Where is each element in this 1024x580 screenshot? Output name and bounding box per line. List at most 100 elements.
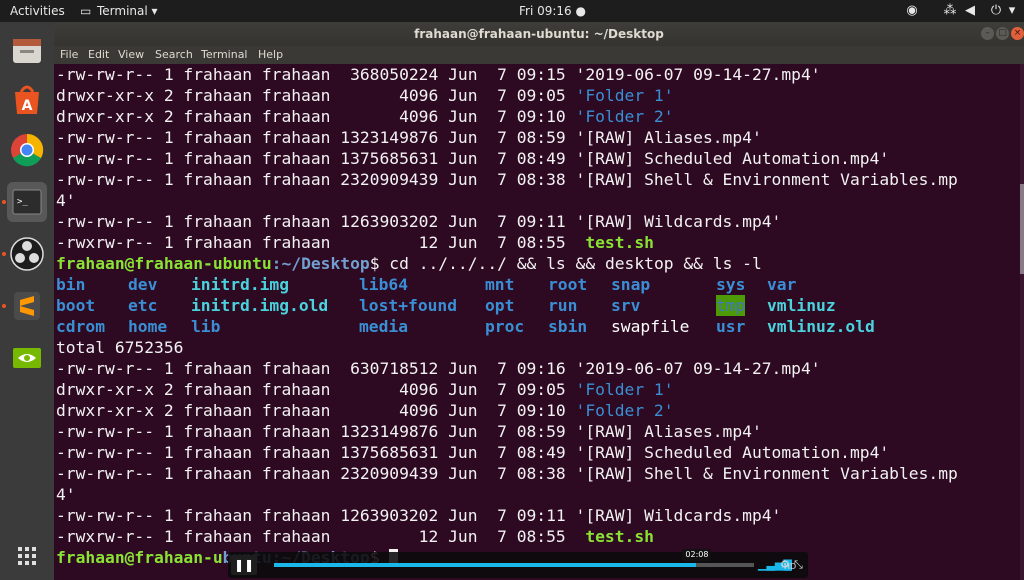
ls-entry: home <box>128 317 168 336</box>
ls-entry: initrd.img.old <box>191 296 329 315</box>
ls-entry: cdrom <box>56 317 106 336</box>
menu-search[interactable]: Search <box>155 48 193 61</box>
file-name: '[RAW] Scheduled Automation.mp4' <box>575 443 890 462</box>
file-name: '2019-06-07 09-14-27.mp4' <box>575 65 821 84</box>
app-menu[interactable]: Terminal ▾ <box>97 4 158 18</box>
terminal-output[interactable]: -rw-rw-r-- 1 frahaan frahaan 368050224 J… <box>54 64 1020 580</box>
fullscreen-icon[interactable]: ⤡ <box>794 558 803 572</box>
prompt-user: frahaan@frahaan-u <box>56 548 223 567</box>
listing-row: drwxr-xr-x 2 frahaan frahaan 4096 Jun 7 … <box>56 85 674 106</box>
network-icon[interactable]: ⁂ <box>942 3 958 19</box>
file-meta: drwxr-xr-x 2 frahaan frahaan 4096 Jun 7 … <box>56 107 576 126</box>
ls-entry: srv <box>611 296 641 315</box>
pause-icon[interactable]: ❚❚ <box>231 555 257 575</box>
listing-row: -rw-rw-r-- 1 frahaan frahaan 2320909439 … <box>56 463 958 484</box>
scrollbar-thumb[interactable] <box>1020 184 1024 274</box>
file-meta: -rw-rw-r-- 1 frahaan frahaan 630718512 J… <box>56 359 576 378</box>
video-progress-track[interactable]: 02:08 <box>274 549 754 567</box>
gear-icon[interactable]: ⚙ <box>780 558 790 572</box>
ls-entry: snap <box>611 275 651 294</box>
obs-tray-icon[interactable]: ◉ <box>904 3 920 19</box>
ls-entry: sbin <box>548 317 588 336</box>
file-meta: -rwxrw-r-- 1 frahaan frahaan 12 Jun 7 08… <box>56 233 586 252</box>
software-center-icon[interactable]: A <box>7 80 47 120</box>
menu-edit[interactable]: Edit <box>88 48 109 61</box>
command-text: cd ../../../ && ls && desktop && ls -l <box>389 254 762 273</box>
file-meta: drwxr-xr-x 2 frahaan frahaan 4096 Jun 7 … <box>56 86 576 105</box>
top-bar: Activities ▭ Terminal ▾ Fri 09:16 ● ◉ ⁂ … <box>0 0 1024 22</box>
listing-row: drwxr-xr-x 2 frahaan frahaan 4096 Jun 7 … <box>56 106 674 127</box>
dock: A >_ <box>0 22 54 580</box>
file-meta: drwxr-xr-x 2 frahaan frahaan 4096 Jun 7 … <box>56 401 576 420</box>
file-meta: -rw-rw-r-- 1 frahaan frahaan 1323149876 … <box>56 422 576 441</box>
prompt-path: :~/Desktop <box>271 254 370 273</box>
chevron-down-icon[interactable]: ▾ <box>1004 3 1020 19</box>
ls-entry: etc <box>128 296 158 315</box>
window-title-bar[interactable]: frahaan@frahaan-ubuntu: ~/Desktop – □ × <box>54 22 1024 46</box>
menu-help[interactable]: Help <box>258 48 283 61</box>
minimize-icon[interactable]: – <box>981 27 994 40</box>
show-applications-icon[interactable] <box>7 536 47 576</box>
terminal-icon: ▭ <box>80 4 92 18</box>
ls-entry: media <box>359 317 409 336</box>
menu-view[interactable]: View <box>118 48 144 61</box>
prompt-symbol: $ <box>369 254 390 273</box>
listing-row: -rw-rw-r-- 1 frahaan frahaan 1323149876 … <box>56 127 762 148</box>
file-meta: -rw-rw-r-- 1 frahaan frahaan 1375685631 … <box>56 149 576 168</box>
svg-text:A: A <box>22 98 33 114</box>
file-meta: -rw-rw-r-- 1 frahaan frahaan 1263903202 … <box>56 212 576 231</box>
file-name: '[RAW] Shell & Environment Variables.mp <box>575 170 958 189</box>
activities-button[interactable]: Activities <box>10 4 65 18</box>
ls-entry: vmlinuz <box>767 296 836 315</box>
file-name: test.sh <box>585 233 654 252</box>
nvidia-icon[interactable] <box>7 338 47 378</box>
listing-row: -rwxrw-r-- 1 frahaan frahaan 12 Jun 7 08… <box>56 526 654 547</box>
ls-entry: usr <box>716 317 746 336</box>
file-meta: -rw-rw-r-- 1 frahaan frahaan 2320909439 … <box>56 464 576 483</box>
listing-row: -rw-rw-r-- 1 frahaan frahaan 630718512 J… <box>56 358 821 379</box>
file-meta: drwxr-xr-x 2 frahaan frahaan 4096 Jun 7 … <box>56 380 576 399</box>
file-meta: -rw-rw-r-- 1 frahaan frahaan 2320909439 … <box>56 170 576 189</box>
sublime-text-icon[interactable] <box>7 286 47 326</box>
power-icon[interactable]: ⏻ <box>988 3 1004 19</box>
window-title: frahaan@frahaan-ubuntu: ~/Desktop <box>414 27 664 41</box>
terminal-scrollbar[interactable] <box>1020 64 1024 580</box>
file-name: test.sh <box>585 527 654 546</box>
chrome-icon[interactable] <box>7 130 47 170</box>
close-icon[interactable]: × <box>1011 27 1024 40</box>
ls-entry: swapfile <box>611 317 690 336</box>
ls-entry: bin <box>56 275 86 294</box>
listing-row: drwxr-xr-x 2 frahaan frahaan 4096 Jun 7 … <box>56 379 674 400</box>
file-name: 'Folder 2' <box>575 107 674 126</box>
ls-entry: proc <box>485 317 525 336</box>
video-time: 02:08 <box>682 549 712 561</box>
obs-icon[interactable] <box>7 234 47 274</box>
listing-row: 4' <box>56 484 76 505</box>
ls-entry: run <box>548 296 578 315</box>
listing-row: 4' <box>56 190 76 211</box>
menu-file[interactable]: File <box>60 48 78 61</box>
file-meta: 4' <box>56 485 76 504</box>
clock[interactable]: Fri 09:16 ● <box>519 4 586 18</box>
file-name: 'Folder 1' <box>575 380 674 399</box>
maximize-icon[interactable]: □ <box>996 27 1009 40</box>
volume-icon[interactable]: ◀ <box>962 3 978 19</box>
file-name: 'Folder 2' <box>575 401 674 420</box>
ls-entry: initrd.img <box>191 275 290 294</box>
command-line: frahaan@frahaan-ubuntu:~/Desktop$ cd ../… <box>56 253 762 274</box>
video-player-controls: ❚❚ 02:08 ▁▃▅▇ HD ⚙ ⤡ <box>228 549 808 578</box>
listing-row: -rw-rw-r-- 1 frahaan frahaan 2320909439 … <box>56 169 958 190</box>
ls-entry: mnt <box>485 275 515 294</box>
file-meta: 4' <box>56 191 76 210</box>
ls-entry: tmp <box>716 295 746 316</box>
file-name: '[RAW] Wildcards.mp4' <box>575 506 782 525</box>
menu-terminal[interactable]: Terminal <box>201 48 248 61</box>
file-name: '[RAW] Aliases.mp4' <box>575 422 762 441</box>
video-progress-fill <box>274 563 697 567</box>
files-icon[interactable] <box>7 30 47 70</box>
ls-entry: sys <box>716 275 746 294</box>
running-indicator <box>2 200 6 204</box>
terminal-icon[interactable]: >_ <box>7 182 47 222</box>
file-name: '[RAW] Wildcards.mp4' <box>575 212 782 231</box>
menu-bar: File Edit View Search Terminal Help <box>54 46 1024 64</box>
